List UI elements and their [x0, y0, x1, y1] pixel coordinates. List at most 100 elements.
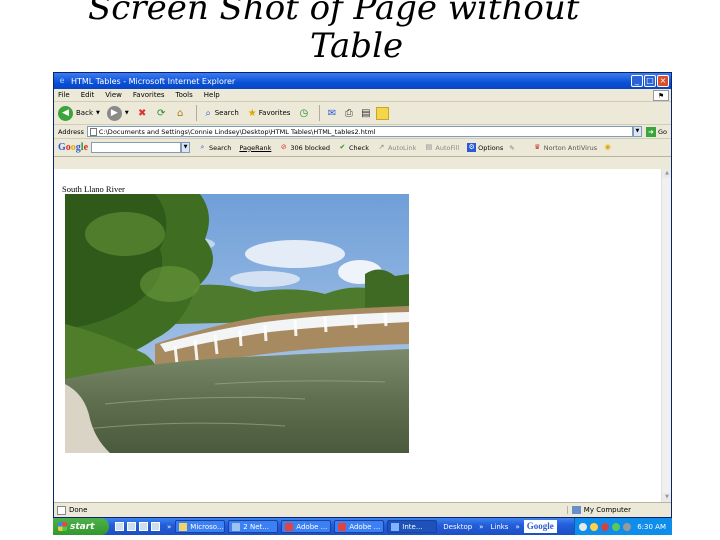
scroll-down-icon[interactable]: ▼ [662, 493, 671, 502]
quicklaunch-ie-icon[interactable] [115, 522, 124, 531]
zone-label: My Computer [583, 506, 631, 514]
browser-window: e HTML Tables - Microsoft Internet Explo… [53, 72, 672, 518]
pagerank-button[interactable]: PageRank [239, 144, 271, 152]
spell-check-button[interactable]: ✔ Check [338, 143, 369, 152]
edit-icon[interactable]: ▤ [359, 107, 372, 120]
autolink-icon: ↗ [378, 143, 385, 151]
page-icon [89, 127, 97, 136]
popup-blocked-label: 306 blocked [290, 143, 330, 152]
menu-help[interactable]: Help [204, 91, 220, 99]
google-search-label: Search [209, 143, 232, 152]
options-icon: ⚙ [467, 143, 477, 152]
autolink-button[interactable]: ↗ AutoLink [377, 143, 417, 152]
minimize-button[interactable]: _ [631, 75, 643, 87]
print-icon[interactable]: ⎙ [342, 107, 355, 120]
window-title: HTML Tables - Microsoft Internet Explore… [71, 76, 236, 86]
windows-flag-icon: ⚑ [653, 89, 669, 101]
page-heading: South Llano River [62, 184, 125, 194]
google-search-input[interactable] [91, 142, 182, 153]
desktop-toolbar-label[interactable]: Desktop [443, 523, 472, 531]
menu-edit[interactable]: Edit [81, 91, 95, 99]
address-input[interactable]: C:\Documents and Settings\Connie Lindsey… [86, 126, 633, 137]
windows-logo-icon [58, 522, 67, 531]
stop-icon[interactable]: ✖ [136, 107, 149, 120]
slide-title-line2: Table [310, 26, 404, 66]
task-microsoft[interactable]: Microso... [175, 520, 226, 533]
task-label: Inte... [402, 522, 423, 531]
computer-icon [571, 506, 581, 514]
refresh-icon[interactable]: ⟳ [155, 107, 168, 120]
search-label: Search [214, 109, 239, 117]
popup-blocker-button[interactable]: ⊘ 306 blocked [279, 143, 330, 152]
close-button[interactable]: × [657, 75, 669, 87]
start-label: start [70, 521, 95, 532]
links-more-icon[interactable]: » [515, 523, 519, 531]
tray-icon[interactable] [579, 522, 588, 531]
google-search-dropdown-icon[interactable]: ▼ [181, 142, 191, 153]
favorites-button[interactable]: ★ Favorites [246, 107, 291, 120]
browser-icon [232, 522, 241, 531]
address-label: Address [58, 127, 84, 136]
quicklaunch-mail-icon[interactable] [151, 522, 160, 531]
menu-favorites[interactable]: Favorites [133, 91, 165, 99]
task-netscape[interactable]: 2 Net... [228, 520, 279, 533]
task-adobe-2[interactable]: Adobe ... [334, 520, 385, 533]
desktop-more-icon[interactable]: » [479, 523, 483, 531]
autofill-label: AutoFill [435, 143, 460, 152]
title-bar[interactable]: e HTML Tables - Microsoft Internet Explo… [54, 73, 671, 89]
task-internet-explorer[interactable]: Inte... [387, 520, 438, 533]
start-button[interactable]: start [53, 518, 109, 535]
back-button[interactable]: ◀ Back ▼ [58, 105, 100, 121]
menu-file[interactable]: File [58, 91, 70, 99]
clock[interactable]: 6:30 AM [637, 523, 666, 531]
tray-icon[interactable] [623, 522, 632, 531]
history-icon[interactable]: ◷ [297, 107, 310, 120]
google-options-button[interactable]: ⚙ Options [467, 143, 503, 152]
autolink-label: AutoLink [387, 143, 417, 152]
slide-title: Screen Shot of Page without Table [0, 0, 720, 76]
menu-tools[interactable]: Tools [176, 91, 193, 99]
pencil-icon[interactable]: ✎ [509, 144, 514, 152]
task-label: 2 Net... [243, 522, 269, 531]
google-deskbar[interactable]: Google [523, 520, 557, 533]
pagerank-label: PageRank [239, 143, 272, 152]
search-button[interactable]: ⌕ Search [202, 107, 239, 120]
page-done-icon [57, 505, 66, 515]
back-arrow-icon: ◀ [58, 105, 73, 121]
go-arrow-icon: ➜ [645, 126, 656, 137]
mail-icon[interactable]: ✉ [325, 107, 338, 120]
standard-toolbar: ◀ Back ▼ ▶ ▼ ✖ ⟳ ⌂ ⌕ Search ★ Favorites … [54, 102, 671, 125]
status-bar: Done My Computer [54, 502, 671, 517]
quicklaunch-more-icon[interactable]: » [167, 523, 171, 531]
task-adobe-1[interactable]: Adobe ... [281, 520, 332, 533]
messenger-icon[interactable] [376, 106, 390, 120]
river-photo [65, 194, 409, 453]
links-toolbar-label[interactable]: Links [490, 523, 508, 531]
scroll-up-icon[interactable]: ▲ [662, 169, 671, 178]
back-dropdown-icon[interactable]: ▼ [96, 110, 100, 116]
popup-blocked-icon: ⊘ [280, 143, 287, 151]
tray-icon[interactable] [601, 522, 610, 531]
google-logo[interactable]: Google [58, 142, 88, 153]
maximize-button[interactable]: □ [644, 75, 656, 87]
norton-antivirus-button[interactable]: ♛ Norton AntiVirus ◉ [533, 143, 614, 152]
forward-button[interactable]: ▶ ▼ [106, 105, 129, 121]
home-icon[interactable]: ⌂ [174, 107, 187, 120]
menu-view[interactable]: View [105, 91, 122, 99]
address-value: C:\Documents and Settings\Connie Lindsey… [98, 127, 376, 136]
quicklaunch-media-icon[interactable] [139, 522, 148, 531]
forward-dropdown-icon[interactable]: ▼ [125, 110, 129, 116]
tray-icon[interactable] [612, 522, 621, 531]
system-tray: 6:30 AM [574, 518, 672, 535]
go-button[interactable]: ➜ Go [645, 126, 667, 137]
task-label: Adobe ... [349, 522, 381, 531]
tray-icon[interactable] [590, 522, 599, 531]
window-controls: _ □ × [631, 75, 669, 87]
ie-icon [391, 522, 400, 531]
google-search-button[interactable]: ⌕ Search [198, 143, 232, 152]
vertical-scrollbar[interactable]: ▲ ▼ [661, 169, 671, 502]
address-dropdown-icon[interactable]: ▼ [632, 126, 642, 137]
autofill-button[interactable]: ▤ AutoFill [424, 143, 460, 152]
security-zone: My Computer [566, 506, 631, 514]
quicklaunch-desktop-icon[interactable] [127, 522, 136, 531]
